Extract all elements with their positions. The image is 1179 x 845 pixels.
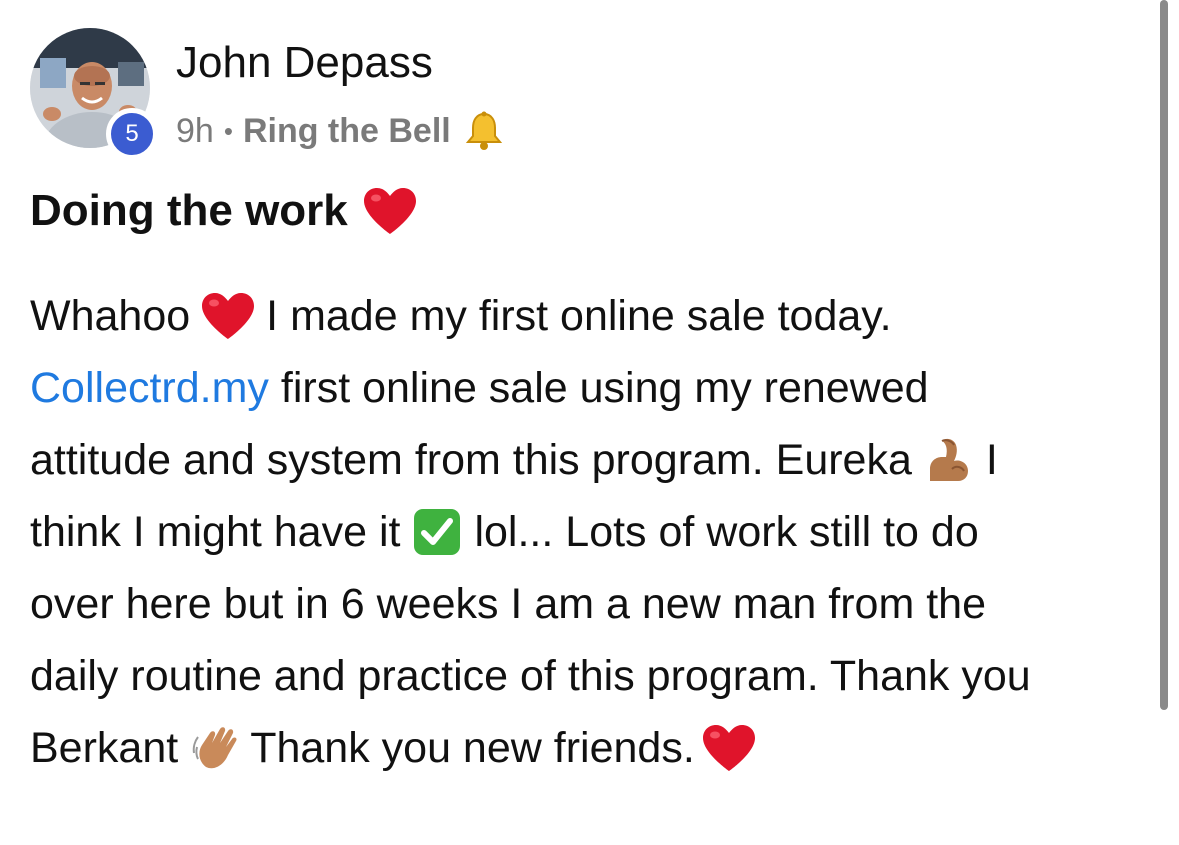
body-text: I	[985, 436, 998, 484]
body-line: attitude and system from this program. E…	[30, 424, 1160, 496]
post-meta: 9h • Ring the Bell	[176, 110, 505, 152]
body-text: I made my first online sale today.	[266, 292, 892, 340]
body-line: Whahoo I made my first online sale today…	[30, 280, 1160, 352]
body-text: think I might have it	[30, 508, 401, 556]
body-text: lol... Lots of work still to do	[474, 508, 979, 556]
body-line: Berkant Thank you new friends.	[30, 712, 1160, 784]
body-text: Whahoo	[30, 292, 191, 340]
body-line: think I might have it lol... Lots of wor…	[30, 496, 1160, 568]
post-header: 5 John Depass 9h • Ring the Bell	[30, 28, 630, 160]
bell-icon	[463, 110, 505, 152]
flexed-biceps-icon	[924, 435, 974, 485]
category-label[interactable]: Ring the Bell	[243, 112, 451, 151]
body-text: daily routine and practice of this progr…	[30, 652, 1031, 700]
body-line: daily routine and practice of this progr…	[30, 640, 1160, 712]
scrollbar[interactable]	[1160, 0, 1168, 710]
body-text: first online sale using my renewed	[268, 364, 929, 412]
author-name[interactable]: John Depass	[176, 38, 433, 88]
red-heart-icon	[701, 723, 757, 773]
post-title: Doing the work	[30, 186, 424, 236]
waving-hand-icon	[190, 723, 246, 773]
collectrd-link[interactable]: Collectrd.my	[30, 352, 269, 424]
red-heart-icon	[362, 186, 418, 236]
meta-separator: •	[223, 115, 233, 146]
body-text: attitude and system from this program. E…	[30, 436, 912, 484]
post-time: 9h	[176, 111, 214, 150]
level-badge: 5	[106, 108, 158, 160]
body-text: Thank you new friends.	[250, 724, 695, 772]
post-title-text: Doing the work	[30, 186, 348, 235]
body-text: over here but in 6 weeks I am a new man …	[30, 580, 987, 628]
body-text: Berkant	[30, 724, 179, 772]
check-mark-button-icon	[412, 507, 462, 557]
post-body: Whahoo I made my first online sale today…	[30, 280, 1160, 784]
body-line: Collectrd.my first online sale using my …	[30, 352, 1160, 424]
red-heart-icon	[200, 291, 256, 341]
body-line: over here but in 6 weeks I am a new man …	[30, 568, 1160, 640]
